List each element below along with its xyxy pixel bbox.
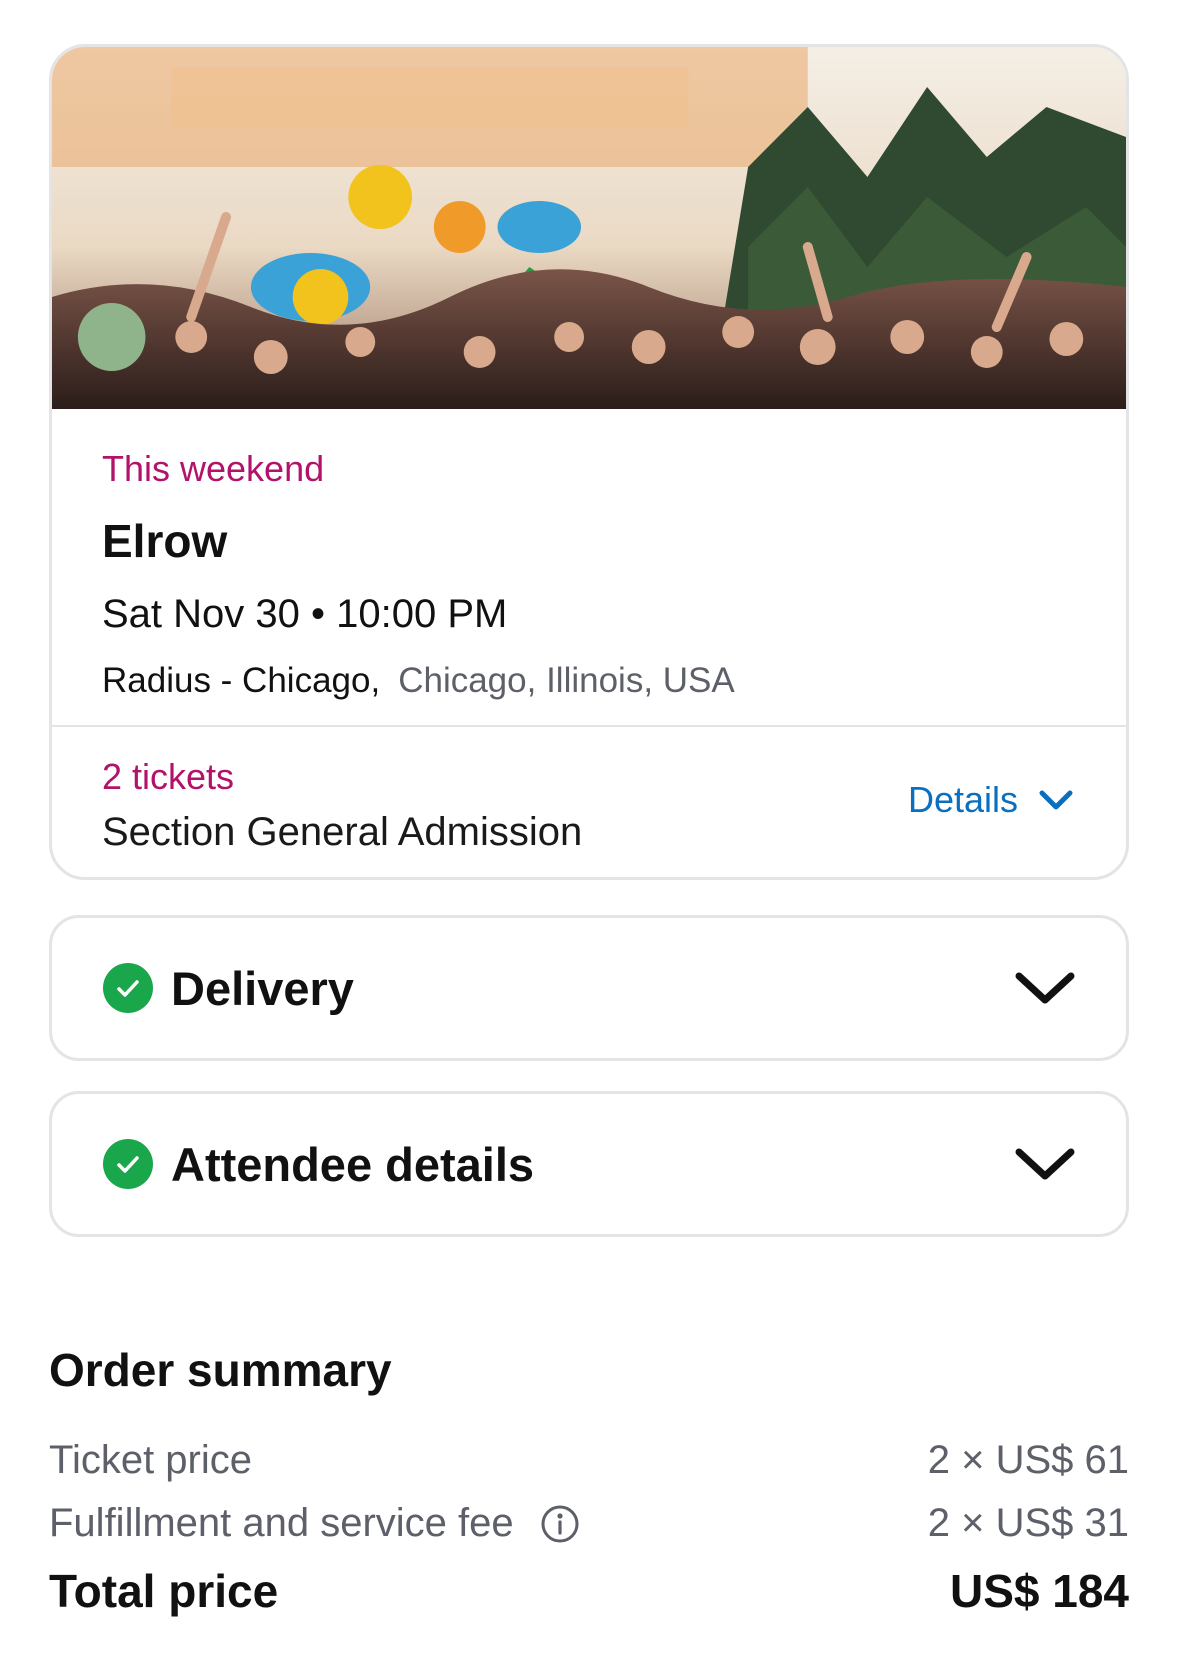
ticket-price-label: Ticket price	[49, 1438, 253, 1482]
attendee-details-panel[interactable]: Attendee details	[49, 1091, 1129, 1237]
order-summary-title: Order summary	[49, 1344, 392, 1396]
event-location: Radius - Chicago, Chicago, Illinois, USA	[102, 659, 1076, 703]
venue-name: Radius - Chicago,	[102, 661, 381, 700]
fee-value: 2 × US$ 31	[927, 1501, 1129, 1545]
details-button[interactable]: Details	[908, 779, 1076, 821]
chevron-down-icon	[1039, 790, 1073, 810]
details-label: Details	[907, 779, 1018, 820]
event-info: This weekend Elrow Sat Nov 30 • 10:00 PM…	[52, 409, 1126, 727]
delivery-panel[interactable]: Delivery	[49, 915, 1129, 1061]
checkout-page: This weekend Elrow Sat Nov 30 • 10:00 PM…	[0, 0, 1179, 1656]
ticket-price-row: Ticket price 2 × US$ 61	[49, 1438, 1129, 1483]
delivery-panel-label: Delivery	[171, 961, 354, 1015]
fee-label-group: Fulfillment and service fee	[49, 1501, 580, 1546]
order-summary: Order summary Ticket price 2 × US$ 61 Fu…	[49, 1342, 1129, 1618]
event-card: This weekend Elrow Sat Nov 30 • 10:00 PM…	[49, 44, 1129, 880]
chevron-down-icon	[1015, 972, 1075, 1004]
event-datetime: Sat Nov 30 • 10:00 PM	[102, 592, 508, 636]
festival-crowd-image	[52, 47, 1126, 409]
event-timing-badge: This weekend	[102, 448, 325, 489]
total-row: Total price US$ 184	[49, 1564, 1129, 1618]
total-label: Total price	[49, 1565, 279, 1617]
attendee-details-panel-label: Attendee details	[171, 1137, 535, 1191]
ticket-price-value: 2 × US$ 61	[927, 1438, 1129, 1482]
venue-city: Chicago, Illinois, USA	[398, 661, 735, 700]
info-icon[interactable]	[540, 1504, 580, 1544]
ticket-summary: 2 tickets Section General Admission Deta…	[52, 727, 1126, 877]
fee-row: Fulfillment and service fee 2 × US$ 31	[49, 1501, 1129, 1546]
total-value: US$ 184	[949, 1565, 1129, 1617]
event-hero-image	[52, 47, 1126, 409]
fee-label: Fulfillment and service fee	[49, 1501, 514, 1545]
check-circle-icon	[103, 963, 153, 1013]
chevron-down-icon	[1015, 1148, 1075, 1180]
check-circle-icon	[103, 1139, 153, 1189]
event-title: Elrow	[102, 515, 228, 567]
